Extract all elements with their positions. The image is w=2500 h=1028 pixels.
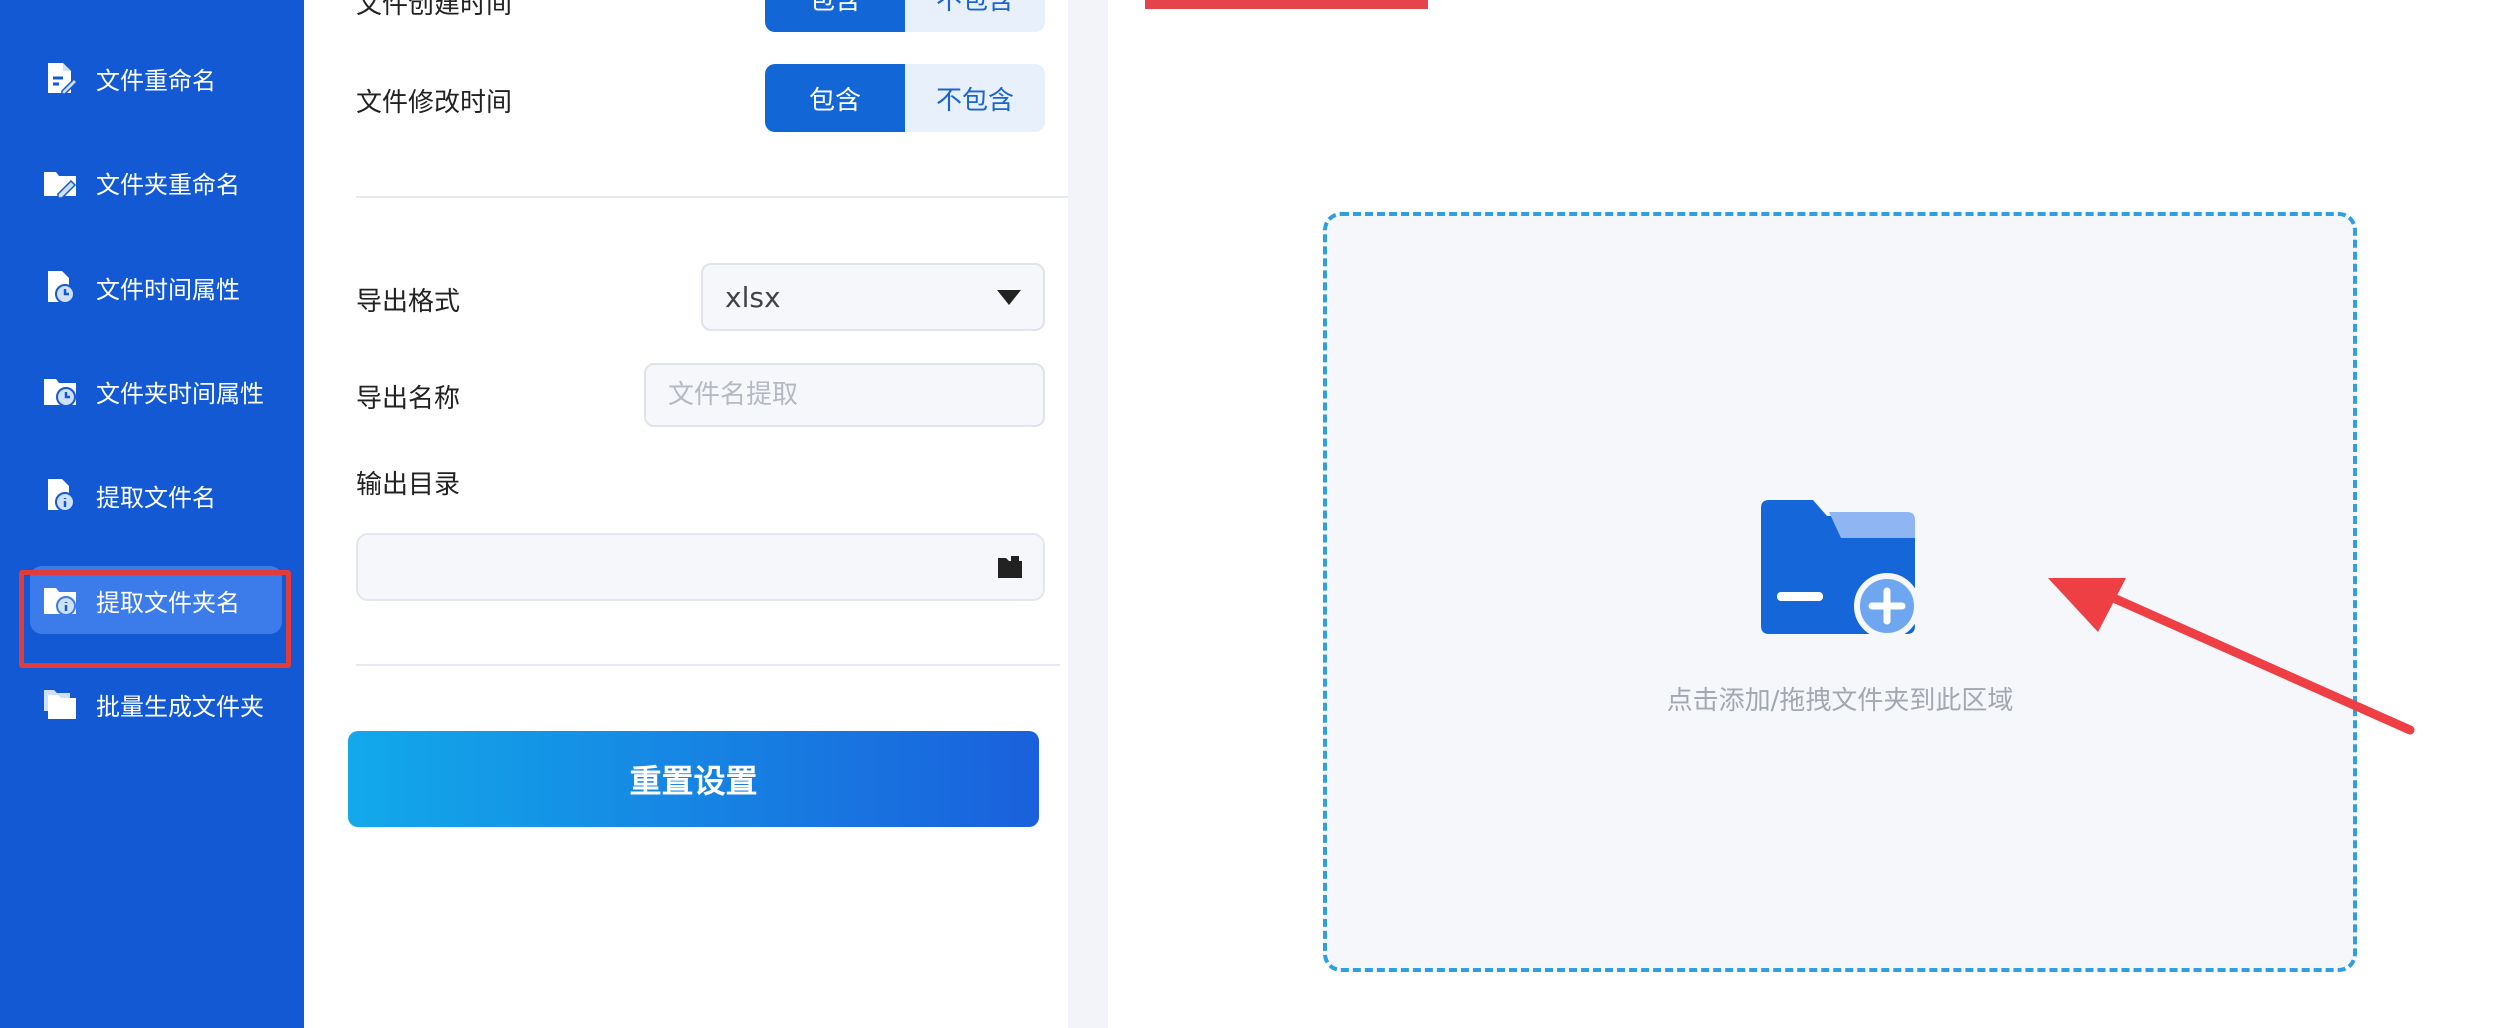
divider xyxy=(356,664,1060,666)
modified-time-include-option[interactable]: 包含 xyxy=(765,64,905,132)
sidebar-item-label: 提取文件夹名 xyxy=(96,588,240,617)
folder-info-icon xyxy=(44,588,76,616)
modified-time-toggle: 包含 不包含 xyxy=(765,64,1045,132)
file-drop-zone[interactable]: 点击添加/拖拽文件夹到此区域 xyxy=(1323,212,2357,972)
folder-edit-icon xyxy=(44,172,77,199)
folders-icon xyxy=(44,690,76,719)
file-info-icon xyxy=(48,479,75,512)
export-name-label: 导出名称 xyxy=(356,384,461,414)
sidebar-item-batch-create-folders[interactable]: 批量生成文件夹 xyxy=(30,670,285,738)
modified-time-label: 文件修改时间 xyxy=(356,88,513,118)
sidebar-item-label: 文件重命名 xyxy=(96,66,216,95)
created-time-toggle: 包含 不包含 xyxy=(765,0,1045,32)
sidebar-item-extract-foldername[interactable]: 提取文件夹名 xyxy=(30,566,282,634)
divider xyxy=(356,196,1068,198)
export-format-select[interactable]: xlsx xyxy=(701,263,1045,331)
settings-panel: 文件创建时间 包含 不包含 文件修改时间 包含 不包含 导出格式 xlsx 导出… xyxy=(304,0,1068,1028)
sidebar-item-folder-rename[interactable]: 文件夹重命名 xyxy=(30,148,285,216)
export-format-value: xlsx xyxy=(725,280,781,314)
sidebar-item-label: 文件时间属性 xyxy=(96,275,240,304)
sidebar-item-label: 批量生成文件夹 xyxy=(96,692,264,721)
sidebar-item-folder-time[interactable]: 文件夹时间属性 xyxy=(30,357,285,425)
output-dir-input[interactable] xyxy=(356,533,1045,601)
sidebar-item-label: 文件夹重命名 xyxy=(96,170,240,199)
file-edit-icon xyxy=(48,63,78,95)
sidebar-item-file-rename[interactable]: 文件重命名 xyxy=(30,44,285,112)
sidebar-item-extract-filename[interactable]: 提取文件名 xyxy=(30,461,285,529)
annotation-red-bar xyxy=(1145,0,1428,9)
sidebar-item-file-time[interactable]: 文件时间属性 xyxy=(30,253,285,321)
sidebar-item-label: 提取文件名 xyxy=(96,483,216,512)
drop-zone-hint: 点击添加/拖拽文件夹到此区域 xyxy=(1666,686,2014,716)
folder-icon[interactable] xyxy=(997,555,1023,579)
folder-clock-icon xyxy=(44,379,76,407)
created-time-label: 文件创建时间 xyxy=(356,0,513,20)
sidebar-item-label: 文件夹时间属性 xyxy=(96,379,264,408)
created-time-include-option[interactable]: 包含 xyxy=(765,0,905,32)
panel-gutter xyxy=(1068,0,1108,1028)
export-name-input[interactable] xyxy=(644,363,1045,427)
caret-down-icon xyxy=(997,289,1021,305)
sidebar: 文件重命名 文件夹重命名 文件时间属性 文件夹时间属性 提取文件名 提取文件夹名… xyxy=(0,0,304,1028)
reset-settings-button[interactable]: 重置设置 xyxy=(348,731,1039,827)
output-dir-label: 输出目录 xyxy=(356,470,461,500)
file-clock-icon xyxy=(48,271,75,304)
add-folder-icon xyxy=(1761,500,1920,639)
modified-time-exclude-option[interactable]: 不包含 xyxy=(905,64,1045,132)
export-format-label: 导出格式 xyxy=(356,287,461,317)
created-time-exclude-option[interactable]: 不包含 xyxy=(905,0,1045,32)
